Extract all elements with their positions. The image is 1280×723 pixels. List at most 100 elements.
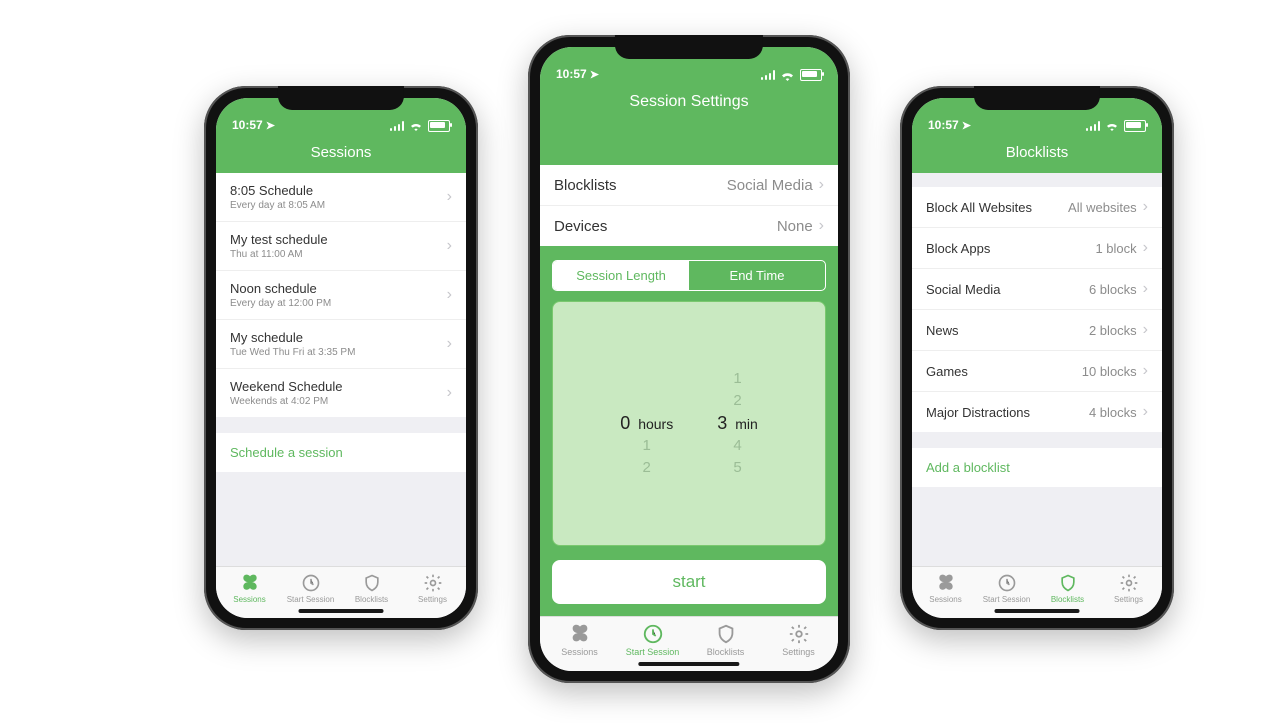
session-sub: Tue Wed Thu Fri at 3:35 PM xyxy=(230,347,355,358)
tab-label: Blocklists xyxy=(355,595,388,604)
tab-settings[interactable]: Settings xyxy=(403,573,462,604)
chevron-right-icon: › xyxy=(1143,280,1148,298)
chevron-right-icon: › xyxy=(1143,362,1148,380)
blocklist-row[interactable]: Social Media 6 blocks › xyxy=(912,269,1162,310)
min-value: 3 xyxy=(717,412,727,434)
blocklist-row[interactable]: Major Distractions 4 blocks › xyxy=(912,392,1162,432)
tab-label: Start Session xyxy=(626,647,680,657)
session-title: My schedule xyxy=(230,330,355,345)
session-row[interactable]: My schedule Tue Wed Thu Fri at 3:35 PM › xyxy=(216,320,466,369)
blocklists-row[interactable]: Blocklists Social Media › xyxy=(540,165,838,206)
blocklist-row[interactable]: Games 10 blocks › xyxy=(912,351,1162,392)
home-indicator xyxy=(995,609,1080,613)
tab-label: Sessions xyxy=(929,595,961,604)
clock-text: 10:57 xyxy=(556,67,587,81)
battery-icon xyxy=(1124,120,1146,132)
tab-settings[interactable]: Settings xyxy=(763,623,834,657)
row-label: News xyxy=(926,323,959,338)
phone-session-settings: 10:57 ➤ Session Settings Blocklists Soci… xyxy=(528,35,850,683)
session-row[interactable]: My test schedule Thu at 11:00 AM › xyxy=(216,222,466,271)
nav-title: Sessions xyxy=(216,134,466,173)
blocklist-row[interactable]: Block All Websites All websites › xyxy=(912,187,1162,228)
clock-icon xyxy=(642,623,664,645)
segmented-control: Session Length End Time xyxy=(552,260,826,291)
session-row[interactable]: Noon schedule Every day at 12:00 PM › xyxy=(216,271,466,320)
session-row[interactable]: Weekend Schedule Weekends at 4:02 PM › xyxy=(216,369,466,417)
session-sub: Every day at 8:05 AM xyxy=(230,200,325,211)
shield-icon xyxy=(1058,573,1078,593)
signal-icon xyxy=(761,70,775,80)
gear-icon xyxy=(423,573,443,593)
tab-sessions[interactable]: Sessions xyxy=(544,623,615,657)
chevron-right-icon: › xyxy=(819,176,824,194)
nav-title: Session Settings xyxy=(540,83,838,165)
location-icon: ➤ xyxy=(962,119,971,132)
butterfly-icon xyxy=(936,573,956,593)
session-row[interactable]: 8:05 Schedule Every day at 8:05 AM › xyxy=(216,173,466,222)
session-title: Noon schedule xyxy=(230,281,331,296)
blocklist-row[interactable]: News 2 blocks › xyxy=(912,310,1162,351)
tab-start-session[interactable]: Start Session xyxy=(281,573,340,604)
row-label: Games xyxy=(926,364,968,379)
signal-icon xyxy=(390,121,404,131)
duration-picker[interactable]: 0 hours 1 2 1 2 3 min 4 5 xyxy=(552,301,826,546)
row-label: Social Media xyxy=(926,282,1000,297)
home-indicator xyxy=(638,662,739,666)
add-blocklist-link[interactable]: Add a blocklist xyxy=(912,448,1162,487)
notch xyxy=(974,86,1100,110)
tab-label: Blocklists xyxy=(1051,595,1084,604)
clock-text: 10:57 xyxy=(928,118,959,132)
tab-start-session[interactable]: Start Session xyxy=(617,623,688,657)
seg-end-time[interactable]: End Time xyxy=(689,261,825,290)
hours-value: 0 xyxy=(620,412,630,434)
chevron-right-icon: › xyxy=(1143,403,1148,421)
tab-blocklists[interactable]: Blocklists xyxy=(1038,573,1097,604)
tab-label: Settings xyxy=(782,647,815,657)
battery-icon xyxy=(428,120,450,132)
clock-text: 10:57 xyxy=(232,118,263,132)
notch xyxy=(278,86,404,110)
start-button[interactable]: start xyxy=(552,560,826,604)
chevron-right-icon: › xyxy=(447,286,452,304)
tab-sessions[interactable]: Sessions xyxy=(916,573,975,604)
row-value: None xyxy=(777,218,813,235)
minutes-wheel[interactable]: 1 2 3 min 4 5 xyxy=(717,368,758,479)
min-unit: min xyxy=(735,413,758,435)
chevron-right-icon: › xyxy=(447,188,452,206)
tab-start-session[interactable]: Start Session xyxy=(977,573,1036,604)
chevron-right-icon: › xyxy=(447,335,452,353)
session-sub: Every day at 12:00 PM xyxy=(230,298,331,309)
battery-icon xyxy=(800,69,822,81)
schedule-session-link[interactable]: Schedule a session xyxy=(216,433,466,472)
status-right xyxy=(390,120,450,132)
tab-blocklists[interactable]: Blocklists xyxy=(342,573,401,604)
screen-blocklists: 10:57 ➤ Blocklists Block All Websites Al… xyxy=(912,98,1162,618)
blocklist-row[interactable]: Block Apps 1 block › xyxy=(912,228,1162,269)
row-value: 10 blocks xyxy=(1082,364,1137,379)
row-value: Social Media xyxy=(727,177,813,194)
tab-label: Start Session xyxy=(983,595,1031,604)
row-label: Block Apps xyxy=(926,241,990,256)
notch xyxy=(615,35,763,59)
chevron-right-icon: › xyxy=(1143,321,1148,339)
tab-label: Sessions xyxy=(233,595,265,604)
row-label: Major Distractions xyxy=(926,405,1030,420)
butterfly-icon xyxy=(240,573,260,593)
screen-session-settings: 10:57 ➤ Session Settings Blocklists Soci… xyxy=(540,47,838,671)
seg-session-length[interactable]: Session Length xyxy=(553,261,689,290)
tab-label: Settings xyxy=(418,595,447,604)
chevron-right-icon: › xyxy=(819,217,824,235)
tab-label: Settings xyxy=(1114,595,1143,604)
devices-row[interactable]: Devices None › xyxy=(540,206,838,246)
tab-settings[interactable]: Settings xyxy=(1099,573,1158,604)
tab-label: Sessions xyxy=(561,647,598,657)
tab-blocklists[interactable]: Blocklists xyxy=(690,623,761,657)
shield-icon xyxy=(362,573,382,593)
clock-icon xyxy=(301,573,321,593)
tab-sessions[interactable]: Sessions xyxy=(220,573,279,604)
hours-wheel[interactable]: 0 hours 1 2 xyxy=(620,368,673,479)
butterfly-icon xyxy=(569,623,591,645)
wifi-icon xyxy=(1105,121,1119,131)
gear-icon xyxy=(788,623,810,645)
phone-blocklists: 10:57 ➤ Blocklists Block All Websites Al… xyxy=(900,86,1174,630)
